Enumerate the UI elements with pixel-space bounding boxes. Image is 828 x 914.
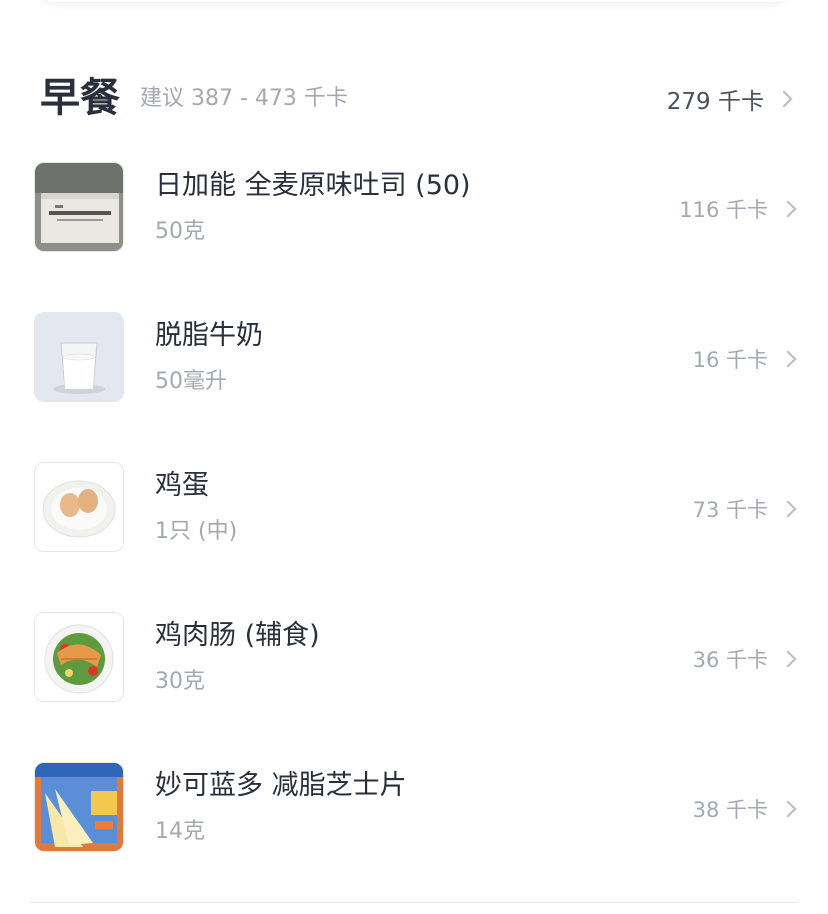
food-thumbnail — [34, 612, 124, 702]
food-calories[interactable]: 36 千卡 — [692, 644, 797, 674]
food-amount: 1只 (中) — [155, 519, 238, 544]
chevron-right-icon — [779, 350, 797, 368]
previous-card-edge — [40, 0, 788, 2]
food-calories[interactable]: 73 千卡 — [692, 494, 797, 524]
food-name: 妙可蓝多 减脂芝士片 — [155, 770, 407, 801]
chevron-right-icon — [775, 90, 793, 108]
food-calories-label: 73 千卡 — [692, 498, 768, 522]
food-calories-label: 116 千卡 — [679, 198, 768, 222]
food-item[interactable]: 鸡肉肠 (辅食) 30克 36 千卡 — [0, 612, 828, 702]
chicken-salad-image — [35, 613, 123, 701]
food-thumbnail — [34, 762, 124, 852]
cheese-slices-package-image — [35, 763, 123, 851]
chevron-right-icon — [779, 800, 797, 818]
chevron-right-icon — [779, 500, 797, 518]
chevron-right-icon — [779, 200, 797, 218]
food-thumbnail — [34, 312, 124, 402]
food-amount: 30克 — [155, 669, 205, 694]
food-name: 鸡蛋 — [155, 470, 209, 501]
food-calories[interactable]: 116 千卡 — [679, 194, 797, 224]
divider — [30, 902, 798, 903]
food-item[interactable]: 脱脂牛奶 50毫升 16 千卡 — [0, 312, 828, 402]
food-calories-label: 36 千卡 — [692, 648, 768, 672]
food-name: 脱脂牛奶 — [155, 320, 263, 351]
meal-header[interactable]: 早餐 建议 387 - 473 千卡 279 千卡 — [0, 70, 828, 130]
food-amount: 50克 — [155, 219, 205, 244]
chevron-right-icon — [779, 650, 797, 668]
food-item[interactable]: 鸡蛋 1只 (中) 73 千卡 — [0, 462, 828, 552]
bread-package-image — [35, 163, 123, 251]
food-calories-label: 16 千卡 — [692, 348, 768, 372]
meal-total-label: 279 千卡 — [666, 89, 764, 115]
food-name: 日加能 全麦原味吐司 (50) — [155, 170, 471, 201]
eggs-plate-image — [35, 463, 123, 551]
meal-title: 早餐 — [40, 75, 120, 121]
food-thumbnail — [34, 162, 124, 252]
food-item[interactable]: 日加能 全麦原味吐司 (50) 50克 116 千卡 — [0, 162, 828, 252]
food-calories-label: 38 千卡 — [692, 798, 768, 822]
food-item[interactable]: 妙可蓝多 减脂芝士片 14克 38 千卡 — [0, 762, 828, 852]
food-calories[interactable]: 38 千卡 — [692, 794, 797, 824]
milk-glass-image — [35, 313, 123, 401]
food-calories[interactable]: 16 千卡 — [692, 344, 797, 374]
meal-total-calories[interactable]: 279 千卡 — [666, 82, 793, 116]
food-amount: 50毫升 — [155, 369, 227, 394]
meal-suggestion: 建议 387 - 473 千卡 — [140, 86, 348, 111]
food-name: 鸡肉肠 (辅食) — [155, 620, 320, 651]
food-amount: 14克 — [155, 819, 205, 844]
food-thumbnail — [34, 462, 124, 552]
